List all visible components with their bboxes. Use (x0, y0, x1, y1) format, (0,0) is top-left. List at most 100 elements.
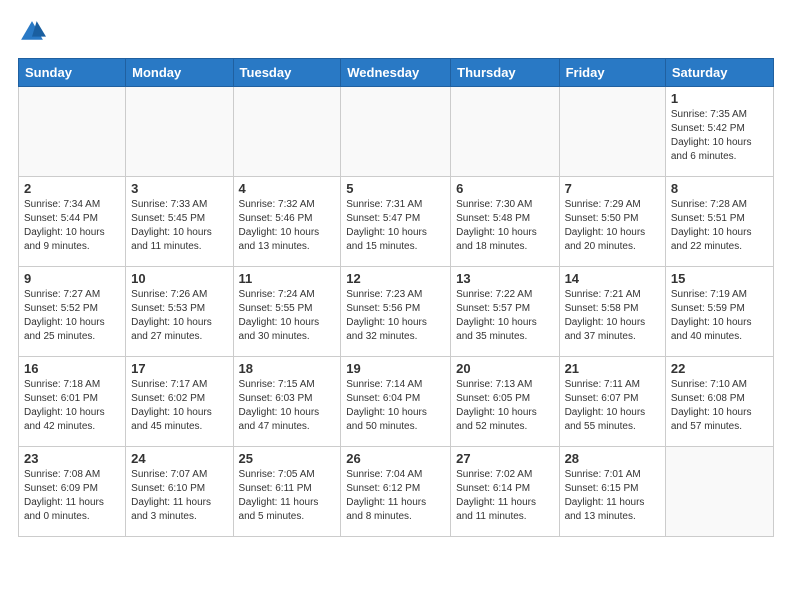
weekday-header-wednesday: Wednesday (341, 59, 451, 87)
day-cell: 27 Sunrise: 7:02 AM Sunset: 6:14 PM Dayli… (451, 447, 559, 537)
day-cell (19, 87, 126, 177)
day-number: 3 (131, 181, 227, 196)
day-info: Sunrise: 7:11 AM Sunset: 6:07 PM Dayligh… (565, 378, 660, 434)
week-row-1: 2 Sunrise: 7:34 AM Sunset: 5:44 PM Daylig… (19, 177, 774, 267)
day-info: Sunrise: 7:22 AM Sunset: 5:57 PM Dayligh… (456, 288, 553, 344)
day-cell: 16 Sunrise: 7:18 AM Sunset: 6:01 PM Dayli… (19, 357, 126, 447)
day-cell: 13 Sunrise: 7:22 AM Sunset: 5:57 PM Dayli… (451, 267, 559, 357)
day-cell: 1 Sunrise: 7:35 AM Sunset: 5:42 PM Daylig… (665, 87, 773, 177)
day-info: Sunrise: 7:24 AM Sunset: 5:55 PM Dayligh… (239, 288, 336, 344)
day-cell: 26 Sunrise: 7:04 AM Sunset: 6:12 PM Dayli… (341, 447, 451, 537)
day-number: 17 (131, 361, 227, 376)
day-cell: 17Sunrise: 7:17 AM Sunset: 6:02 PM Dayli… (126, 357, 233, 447)
logo-icon (18, 18, 46, 46)
weekday-header-row: SundayMondayTuesdayWednesdayThursdayFrid… (19, 59, 774, 87)
day-cell: 24Sunrise: 7:07 AM Sunset: 6:10 PM Dayli… (126, 447, 233, 537)
day-info: Sunrise: 7:02 AM Sunset: 6:14 PM Dayligh… (456, 468, 553, 524)
day-info: Sunrise: 7:35 AM Sunset: 5:42 PM Dayligh… (671, 108, 768, 164)
day-info: Sunrise: 7:15 AM Sunset: 6:03 PM Dayligh… (239, 378, 336, 434)
day-info: Sunrise: 7:19 AM Sunset: 5:59 PM Dayligh… (671, 288, 768, 344)
day-cell: 28 Sunrise: 7:01 AM Sunset: 6:15 PM Dayli… (559, 447, 665, 537)
day-info: Sunrise: 7:33 AM Sunset: 5:45 PM Dayligh… (131, 198, 227, 254)
day-number: 15 (671, 271, 768, 286)
day-info: Sunrise: 7:05 AM Sunset: 6:11 PM Dayligh… (239, 468, 336, 524)
day-info: Sunrise: 7:01 AM Sunset: 6:15 PM Dayligh… (565, 468, 660, 524)
day-number: 27 (456, 451, 553, 466)
logo (18, 18, 50, 46)
weekday-header-thursday: Thursday (451, 59, 559, 87)
day-cell: 18 Sunrise: 7:15 AM Sunset: 6:03 PM Dayli… (233, 357, 341, 447)
week-row-0: 1 Sunrise: 7:35 AM Sunset: 5:42 PM Daylig… (19, 87, 774, 177)
week-row-2: 9 Sunrise: 7:27 AM Sunset: 5:52 PM Daylig… (19, 267, 774, 357)
calendar: SundayMondayTuesdayWednesdayThursdayFrid… (18, 58, 774, 537)
day-info: Sunrise: 7:28 AM Sunset: 5:51 PM Dayligh… (671, 198, 768, 254)
day-cell: 3 Sunrise: 7:33 AM Sunset: 5:45 PM Daylig… (126, 177, 233, 267)
day-cell (233, 87, 341, 177)
day-number: 9 (24, 271, 120, 286)
weekday-header-saturday: Saturday (665, 59, 773, 87)
day-number: 5 (346, 181, 445, 196)
day-cell (341, 87, 451, 177)
day-number: 1 (671, 91, 768, 106)
day-number: 2 (24, 181, 120, 196)
day-cell: 10Sunrise: 7:26 AM Sunset: 5:53 PM Dayli… (126, 267, 233, 357)
day-info: Sunrise: 7:10 AM Sunset: 6:08 PM Dayligh… (671, 378, 768, 434)
day-cell: 6 Sunrise: 7:30 AM Sunset: 5:48 PM Daylig… (451, 177, 559, 267)
day-cell: 4 Sunrise: 7:32 AM Sunset: 5:46 PM Daylig… (233, 177, 341, 267)
day-number: 26 (346, 451, 445, 466)
day-info: Sunrise: 7:18 AM Sunset: 6:01 PM Dayligh… (24, 378, 120, 434)
day-info: Sunrise: 7:27 AM Sunset: 5:52 PM Dayligh… (24, 288, 120, 344)
weekday-header-tuesday: Tuesday (233, 59, 341, 87)
day-info: Sunrise: 7:31 AM Sunset: 5:47 PM Dayligh… (346, 198, 445, 254)
day-number: 25 (239, 451, 336, 466)
day-number: 8 (671, 181, 768, 196)
day-info: Sunrise: 7:08 AM Sunset: 6:09 PM Dayligh… (24, 468, 120, 524)
day-cell: 21Sunrise: 7:11 AM Sunset: 6:07 PM Dayli… (559, 357, 665, 447)
day-cell: 11 Sunrise: 7:24 AM Sunset: 5:55 PM Dayli… (233, 267, 341, 357)
day-cell: 15 Sunrise: 7:19 AM Sunset: 5:59 PM Dayli… (665, 267, 773, 357)
day-number: 19 (346, 361, 445, 376)
page: SundayMondayTuesdayWednesdayThursdayFrid… (0, 0, 792, 547)
day-info: Sunrise: 7:23 AM Sunset: 5:56 PM Dayligh… (346, 288, 445, 344)
day-cell: 2 Sunrise: 7:34 AM Sunset: 5:44 PM Daylig… (19, 177, 126, 267)
day-info: Sunrise: 7:04 AM Sunset: 6:12 PM Dayligh… (346, 468, 445, 524)
day-cell: 7Sunrise: 7:29 AM Sunset: 5:50 PM Daylig… (559, 177, 665, 267)
day-number: 23 (24, 451, 120, 466)
day-number: 14 (565, 271, 660, 286)
day-info: Sunrise: 7:14 AM Sunset: 6:04 PM Dayligh… (346, 378, 445, 434)
day-cell: 22 Sunrise: 7:10 AM Sunset: 6:08 PM Dayli… (665, 357, 773, 447)
day-cell: 12 Sunrise: 7:23 AM Sunset: 5:56 PM Dayli… (341, 267, 451, 357)
day-number: 18 (239, 361, 336, 376)
day-number: 6 (456, 181, 553, 196)
day-cell: 5 Sunrise: 7:31 AM Sunset: 5:47 PM Daylig… (341, 177, 451, 267)
weekday-header-friday: Friday (559, 59, 665, 87)
day-info: Sunrise: 7:30 AM Sunset: 5:48 PM Dayligh… (456, 198, 553, 254)
day-info: Sunrise: 7:32 AM Sunset: 5:46 PM Dayligh… (239, 198, 336, 254)
day-cell (451, 87, 559, 177)
day-cell: 25 Sunrise: 7:05 AM Sunset: 6:11 PM Dayli… (233, 447, 341, 537)
header (18, 18, 774, 46)
day-number: 11 (239, 271, 336, 286)
day-number: 22 (671, 361, 768, 376)
day-cell (665, 447, 773, 537)
day-cell: 20 Sunrise: 7:13 AM Sunset: 6:05 PM Dayli… (451, 357, 559, 447)
week-row-3: 16 Sunrise: 7:18 AM Sunset: 6:01 PM Dayli… (19, 357, 774, 447)
day-cell: 14 Sunrise: 7:21 AM Sunset: 5:58 PM Dayli… (559, 267, 665, 357)
day-cell: 8 Sunrise: 7:28 AM Sunset: 5:51 PM Daylig… (665, 177, 773, 267)
day-info: Sunrise: 7:21 AM Sunset: 5:58 PM Dayligh… (565, 288, 660, 344)
day-cell: 23 Sunrise: 7:08 AM Sunset: 6:09 PM Dayli… (19, 447, 126, 537)
day-info: Sunrise: 7:13 AM Sunset: 6:05 PM Dayligh… (456, 378, 553, 434)
day-cell: 9 Sunrise: 7:27 AM Sunset: 5:52 PM Daylig… (19, 267, 126, 357)
day-number: 4 (239, 181, 336, 196)
day-info: Sunrise: 7:34 AM Sunset: 5:44 PM Dayligh… (24, 198, 120, 254)
day-cell: 19 Sunrise: 7:14 AM Sunset: 6:04 PM Dayli… (341, 357, 451, 447)
day-number: 10 (131, 271, 227, 286)
day-number: 20 (456, 361, 553, 376)
day-cell (126, 87, 233, 177)
day-info: Sunrise: 7:07 AM Sunset: 6:10 PM Dayligh… (131, 468, 227, 524)
day-number: 28 (565, 451, 660, 466)
day-number: 13 (456, 271, 553, 286)
day-number: 16 (24, 361, 120, 376)
day-info: Sunrise: 7:29 AM Sunset: 5:50 PM Dayligh… (565, 198, 660, 254)
day-number: 12 (346, 271, 445, 286)
